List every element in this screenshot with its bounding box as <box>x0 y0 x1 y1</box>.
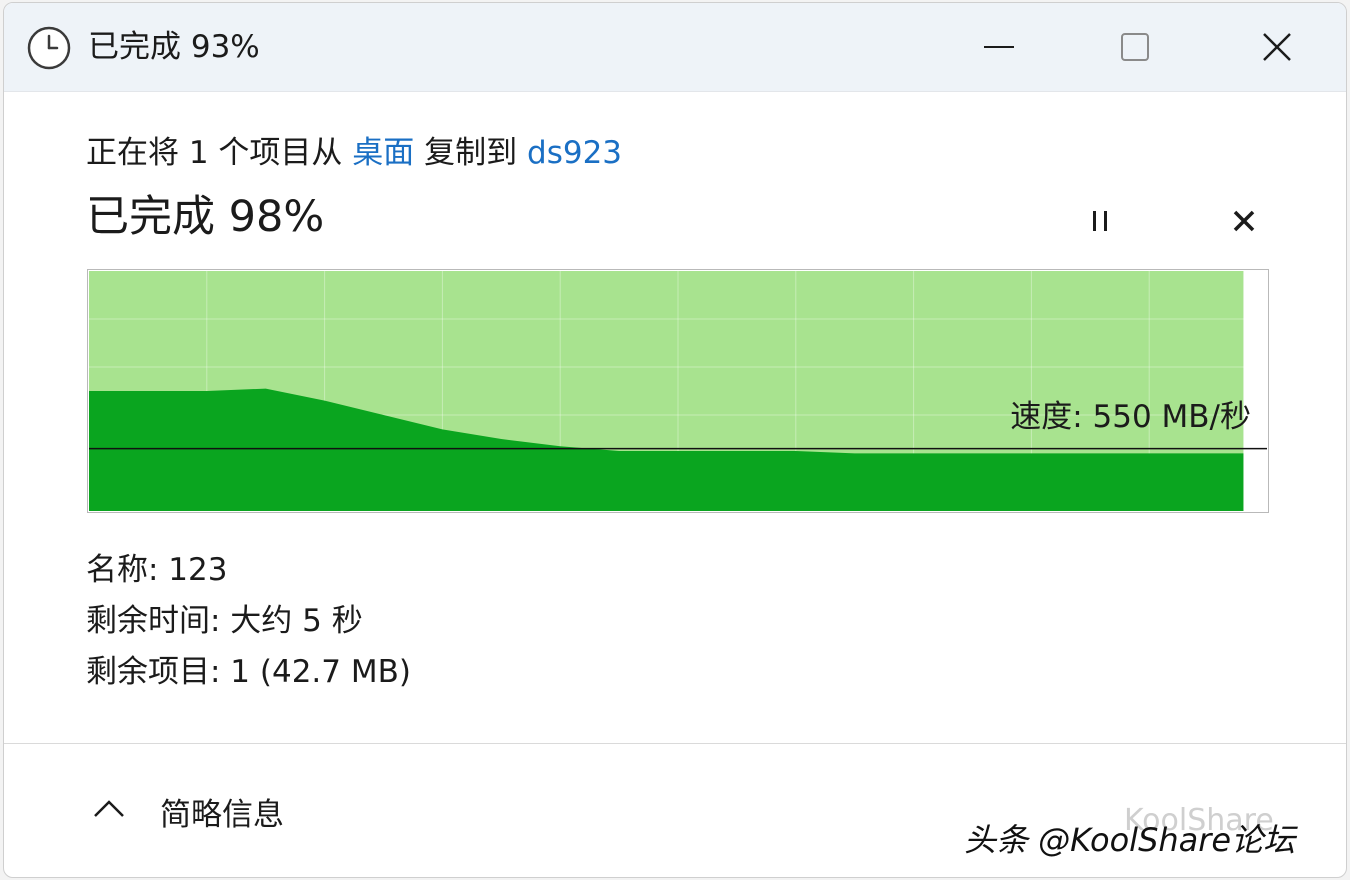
chevron-up-icon <box>94 800 124 817</box>
speed-chart <box>87 269 1269 513</box>
transfer-speed-graph: 速度: 550 MB/秒 <box>87 269 1269 513</box>
title-bar[interactable]: 已完成 93% <box>4 3 1346 92</box>
fewer-details-label: 简略信息 <box>160 797 284 833</box>
pause-icon <box>1093 211 1107 231</box>
close-icon <box>1263 33 1291 61</box>
maximize-button[interactable] <box>1100 17 1170 77</box>
close-window-button[interactable] <box>1242 17 1312 77</box>
progress-title: 已完成 98% <box>86 192 325 242</box>
speed-label: 速度: 550 MB/秒 <box>1010 399 1251 435</box>
items-remaining: 剩余项目: 1 (42.7 MB) <box>86 654 411 690</box>
minimize-icon <box>984 46 1014 48</box>
copy-progress-dialog: 已完成 93% 正在将 1 个项目从 桌面 复制到 ds923 已完成 98% <box>3 2 1347 878</box>
copy-prefix: 正在将 1 个项目从 <box>86 135 353 171</box>
window-title: 已完成 93% <box>88 29 260 65</box>
close-icon <box>1233 210 1255 232</box>
footer-divider <box>4 743 1346 744</box>
watermark: 头条 @KoolShare论坛 <box>964 821 1296 859</box>
maximize-icon <box>1121 33 1149 61</box>
copy-description: 正在将 1 个项目从 桌面 复制到 ds923 <box>86 129 622 177</box>
destination-link[interactable]: ds923 <box>527 135 622 171</box>
minimize-button[interactable] <box>964 17 1034 77</box>
time-remaining: 剩余时间: 大约 5 秒 <box>86 603 363 639</box>
clock-icon <box>26 25 72 71</box>
details-panel: 名称: 123 剩余时间: 大约 5 秒 剩余项目: 1 (42.7 MB) <box>86 547 411 700</box>
item-name: 名称: 123 <box>86 552 228 588</box>
copy-middle: 复制到 <box>414 135 528 171</box>
source-link[interactable]: 桌面 <box>352 135 414 171</box>
cancel-button[interactable] <box>1221 198 1267 244</box>
pause-button[interactable] <box>1077 198 1123 244</box>
